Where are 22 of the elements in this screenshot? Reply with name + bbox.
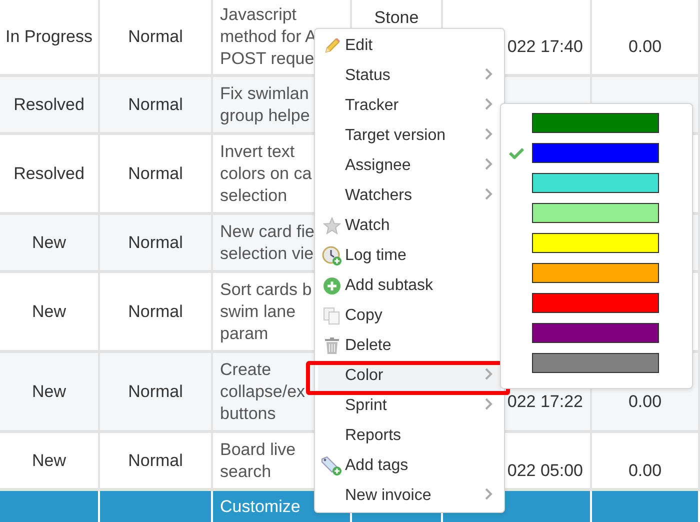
color-swatch[interactable] bbox=[532, 323, 659, 343]
trash-icon bbox=[322, 337, 340, 355]
table-cell: New bbox=[0, 215, 100, 273]
color-swatch[interactable] bbox=[532, 263, 659, 283]
add-icon bbox=[322, 277, 340, 295]
pencil-icon bbox=[322, 37, 340, 55]
color-swatch[interactable] bbox=[532, 233, 659, 253]
copy-icon bbox=[322, 307, 340, 325]
table-cell: Normal bbox=[100, 353, 213, 433]
color-swatch[interactable] bbox=[532, 143, 659, 163]
color-swatch[interactable] bbox=[532, 173, 659, 193]
color-swatch[interactable] bbox=[532, 113, 659, 133]
color-swatch[interactable] bbox=[532, 353, 659, 373]
color-swatch[interactable] bbox=[532, 293, 659, 313]
table-cell: Normal bbox=[100, 77, 213, 135]
clock-icon bbox=[322, 246, 342, 266]
table-cell: New bbox=[0, 353, 100, 433]
table-cell: Resolved bbox=[0, 77, 100, 135]
table-cell: Normal bbox=[100, 215, 213, 273]
tag-icon bbox=[320, 456, 342, 476]
color-swatch[interactable] bbox=[532, 203, 659, 223]
star-icon bbox=[322, 217, 340, 235]
